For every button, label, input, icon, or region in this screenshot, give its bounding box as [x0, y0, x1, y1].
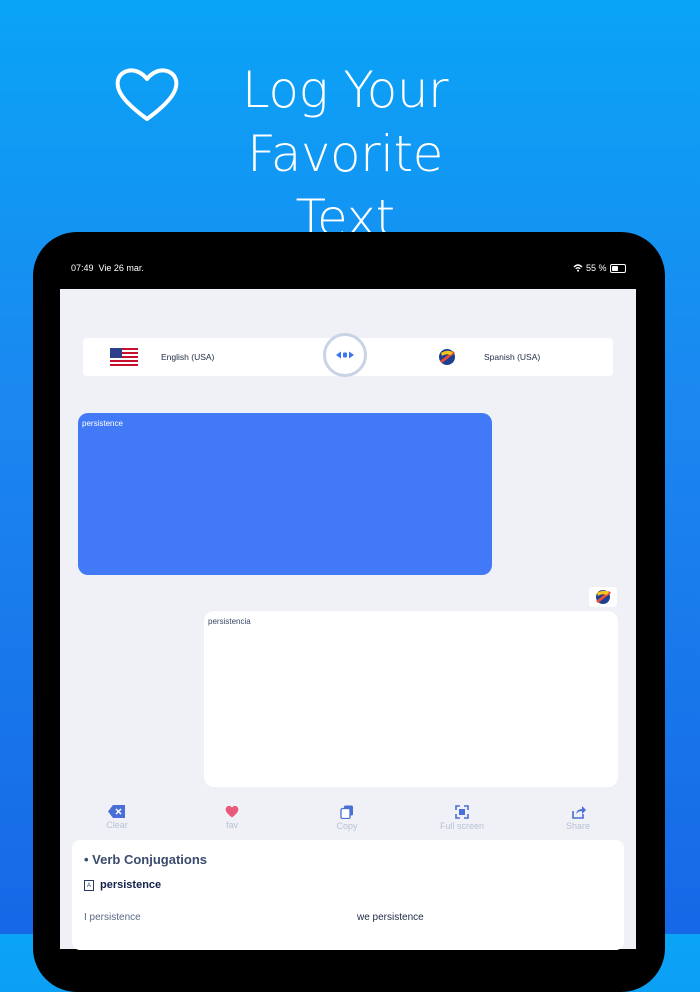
- battery-icon: [609, 263, 626, 273]
- swap-arrows-icon: [336, 351, 354, 359]
- copy-icon: [340, 805, 353, 819]
- verb-conjugations-title: • Verb Conjugations: [84, 852, 208, 867]
- source-language-label[interactable]: English (USA): [161, 352, 214, 362]
- clear-button[interactable]: Clear: [82, 805, 152, 830]
- translation-output-box[interactable]: persistencia: [204, 611, 618, 787]
- status-time: 07:49 Vie 26 mar.: [71, 263, 144, 273]
- translated-text: persistencia: [208, 617, 251, 626]
- fullscreen-button[interactable]: Full screen: [427, 805, 497, 831]
- promo-headline: Log Your Favorite Text: [241, 61, 449, 247]
- fav-button[interactable]: fav: [197, 805, 267, 830]
- share-icon: [571, 806, 586, 819]
- spain-flag-icon: [596, 590, 611, 604]
- conjugation-item: we persistence: [357, 912, 424, 923]
- source-text-box[interactable]: persistence: [78, 413, 492, 575]
- verb-word: persistence: [100, 879, 162, 891]
- spain-flag-icon[interactable]: [434, 347, 460, 367]
- copy-button[interactable]: Copy: [312, 805, 382, 831]
- us-flag-icon[interactable]: [110, 348, 138, 366]
- battery-percent: 55 %: [586, 263, 607, 273]
- dictionary-icon: A: [84, 880, 94, 891]
- target-flag-badge: [589, 587, 617, 607]
- share-button[interactable]: Share: [543, 805, 613, 831]
- swap-languages-button[interactable]: [323, 333, 367, 377]
- target-language-label[interactable]: Spanish (USA): [484, 352, 540, 362]
- clear-icon: [108, 805, 125, 818]
- heart-icon: [225, 805, 239, 818]
- heart-icon: [115, 68, 179, 121]
- fullscreen-icon: [455, 805, 469, 819]
- wifi-icon: [573, 264, 583, 272]
- source-text: persistence: [82, 419, 123, 428]
- conjugation-item: I persistence: [84, 912, 141, 923]
- status-indicators: 55 %: [573, 263, 626, 273]
